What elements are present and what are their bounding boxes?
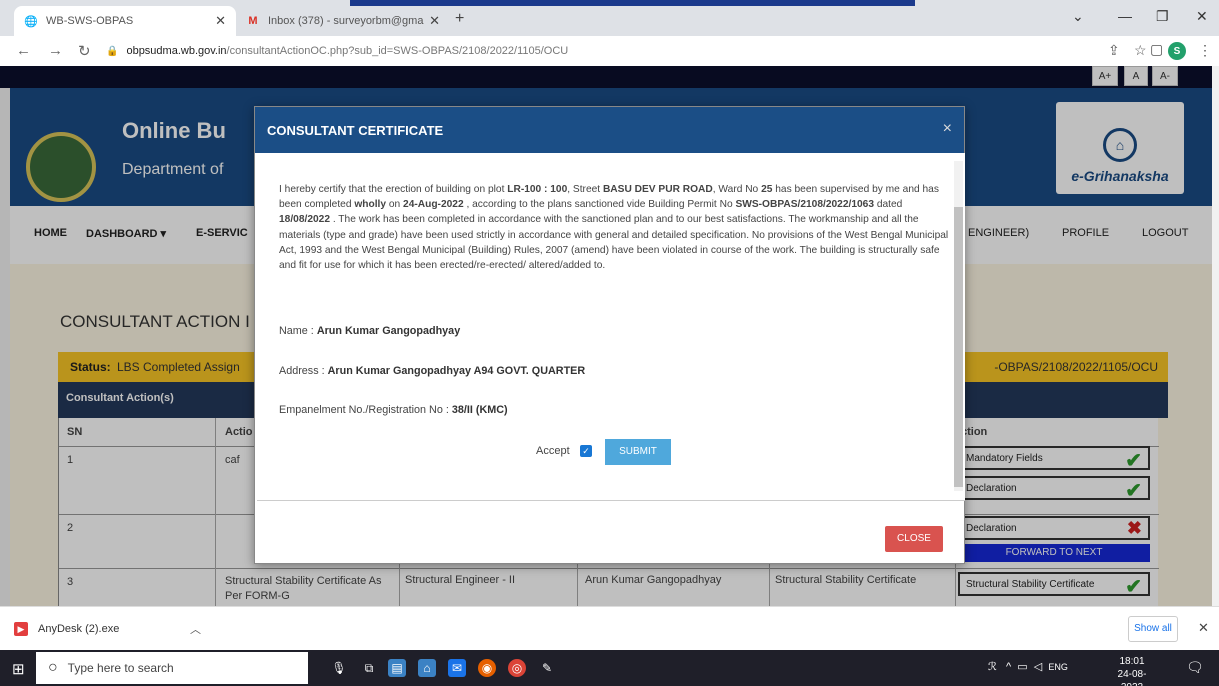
chevron-up-icon[interactable]: ^	[1006, 661, 1011, 673]
certificate-modal: CONSULTANT CERTIFICATE × I hereby certif…	[254, 106, 965, 564]
windows-start-icon[interactable]: ⊞	[12, 660, 25, 678]
download-file-name[interactable]: AnyDesk (2).exe	[38, 623, 119, 635]
close-icon[interactable]: ×	[943, 120, 952, 138]
sidebar-icon[interactable]: ▢	[1150, 41, 1163, 58]
lock-icon: 🔒	[106, 45, 119, 57]
share-icon[interactable]: ⇪	[1108, 42, 1120, 59]
close-icon[interactable]: ✕	[1198, 620, 1209, 636]
file-explorer-icon[interactable]: ▤	[388, 659, 406, 677]
tab-search-icon[interactable]: ⌄	[1072, 8, 1084, 25]
close-button[interactable]: CLOSE	[885, 526, 943, 552]
page-scrollbar[interactable]	[1212, 66, 1219, 606]
profile-avatar[interactable]: S	[1168, 42, 1186, 60]
notification-icon[interactable]: 🗨	[1186, 659, 1204, 676]
url-host: obpsudma.wb.gov.in	[126, 45, 227, 57]
system-tray: ℛ ^ ▭ ◁ ENG	[988, 660, 1068, 673]
search-icon: ○	[48, 659, 58, 676]
reload-icon[interactable]: ↻	[78, 42, 91, 60]
banner-fragment	[350, 0, 915, 6]
modal-title: CONSULTANT CERTIFICATE	[267, 123, 444, 138]
name-row: Name : Arun Kumar Gangopadhyay	[279, 325, 461, 337]
browser-tab[interactable]: 🌐 WB-SWS-OBPAS ✕	[14, 6, 236, 36]
anydesk-file-icon: ▶	[14, 622, 28, 636]
globe-icon: 🌐	[24, 15, 38, 28]
url-bar[interactable]: 🔒 obpsudma.wb.gov.in/consultantActionOC.…	[106, 39, 1106, 63]
modal-scrollbar[interactable]	[954, 161, 963, 491]
people-icon[interactable]: ℛ	[988, 661, 997, 673]
store-icon[interactable]: ⌂	[418, 659, 436, 677]
minimize-icon[interactable]: —	[1118, 8, 1132, 24]
clock-date: 24-08-2022	[1117, 669, 1147, 686]
accept-checkbox[interactable]: ✓	[580, 445, 592, 457]
address-row: Address : Arun Kumar Gangopadhyay A94 GO…	[279, 365, 586, 377]
chrome-icon[interactable]: ◎	[508, 659, 526, 677]
registration-row: Empanelment No./Registration No : 38/II …	[279, 404, 508, 416]
search-placeholder: Type here to search	[67, 661, 174, 675]
mail-icon[interactable]: ✉	[448, 659, 466, 677]
forward-icon[interactable]: →	[48, 42, 63, 59]
tab-title: Inbox (378) - surveyorbm@gma	[268, 15, 424, 27]
close-tab-icon[interactable]: ✕	[215, 13, 226, 29]
address-bar-row: ← → ↻ 🔒 obpsudma.wb.gov.in/consultantAct…	[0, 36, 1219, 66]
accept-label: Accept	[536, 445, 570, 457]
firefox-icon[interactable]: ◉	[478, 659, 496, 677]
tab-title: WB-SWS-OBPAS	[46, 15, 134, 27]
downloads-bar	[0, 606, 1219, 650]
scroll-thumb[interactable]	[954, 207, 963, 487]
bookmark-star-icon[interactable]: ☆	[1134, 42, 1147, 59]
restore-icon[interactable]: ❐	[1156, 8, 1169, 25]
modal-body: I hereby certify that the erection of bu…	[257, 153, 965, 501]
url-path: /consultantActionOC.php?sub_id=SWS-OBPAS…	[226, 45, 569, 57]
show-all-button[interactable]: Show all	[1128, 616, 1178, 642]
taskbar-clock[interactable]: 18:01 24-08-2022	[1112, 655, 1152, 686]
clock-time: 18:01	[1119, 656, 1145, 667]
language-indicator[interactable]: ENG	[1048, 662, 1068, 672]
close-tab-icon[interactable]: ✕	[429, 13, 440, 29]
certificate-text: I hereby certify that the erection of bu…	[279, 184, 949, 272]
app-icon[interactable]: ✎	[538, 659, 556, 677]
menu-dots-icon[interactable]: ⋮	[1198, 42, 1212, 59]
volume-icon[interactable]: ◁	[1034, 661, 1042, 673]
task-view-icon[interactable]: ⧉	[360, 659, 378, 677]
modal-header: CONSULTANT CERTIFICATE ×	[255, 107, 964, 153]
window-close-icon[interactable]: ✕	[1196, 8, 1208, 25]
gmail-icon: M	[248, 15, 258, 27]
network-icon[interactable]: ▭	[1017, 661, 1027, 673]
chevron-up-icon[interactable]: ︿	[190, 621, 201, 637]
browser-tab[interactable]: M Inbox (378) - surveyorbm@gma ✕	[236, 6, 450, 36]
submit-button[interactable]: SUBMIT	[605, 439, 671, 465]
back-icon[interactable]: ←	[16, 42, 31, 59]
taskbar-search[interactable]: ○ Type here to search	[36, 652, 308, 684]
new-tab-icon[interactable]: +	[455, 10, 464, 28]
microphone-icon[interactable]: 🎙	[330, 659, 348, 677]
